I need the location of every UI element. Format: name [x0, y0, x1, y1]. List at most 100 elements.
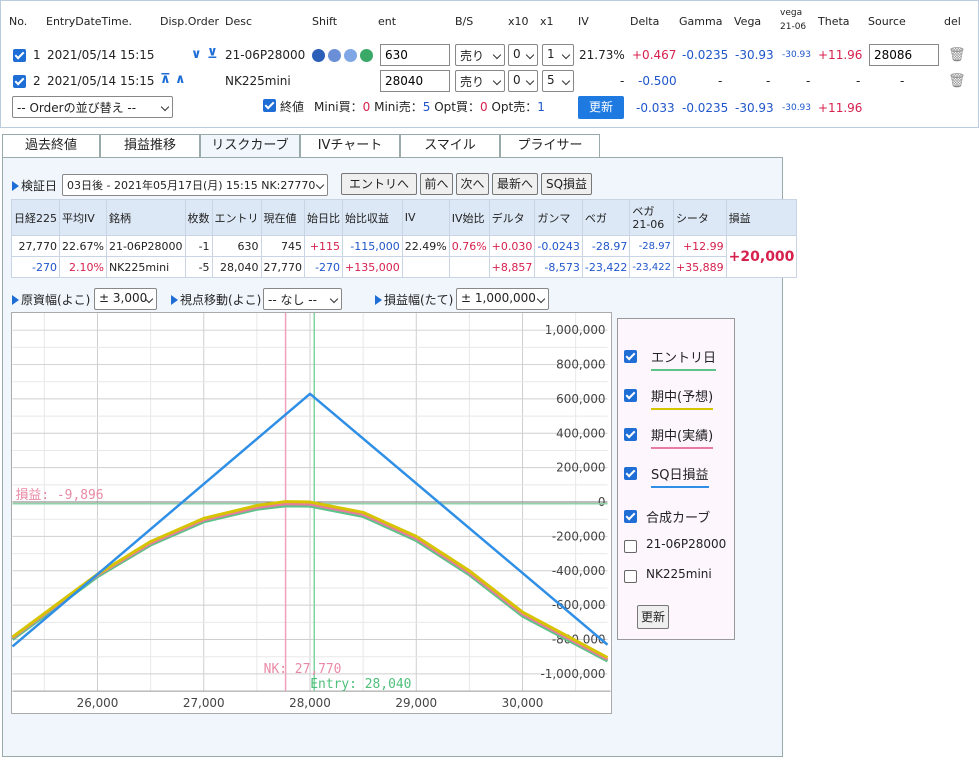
- pos1-theta: +12.99: [672, 235, 727, 257]
- col-desc: Desc: [225, 15, 253, 28]
- th-nk225: 日経225: [11, 199, 60, 236]
- move-down-icon[interactable]: ∨: [191, 47, 202, 62]
- risk-curve-chart[interactable]: 1,000,000 800,000 600,000 400,000 200,000 0 -2…: [11, 312, 612, 714]
- next-button[interactable]: 次へ: [456, 173, 489, 195]
- pos2-delta: +8,857: [488, 256, 536, 278]
- legend-midterm-forecast-checkbox[interactable]: [624, 389, 637, 402]
- latest-button[interactable]: 最新へ: [492, 173, 538, 195]
- legend-midterm-forecast-label: 期中(予想): [651, 386, 714, 410]
- tab-iv-chart[interactable]: IVチャート: [300, 134, 400, 158]
- row2-x1-select[interactable]: 5: [542, 70, 574, 92]
- tab-pl-trend[interactable]: 損益推移: [100, 134, 200, 158]
- col-vega2106-top: vega: [780, 8, 803, 18]
- total-theta: +11.96: [818, 101, 863, 115]
- underlying-range-select[interactable]: ± 3,000: [94, 288, 157, 310]
- row1-ent-input[interactable]: [380, 44, 450, 66]
- legend-midterm-actual-label: 期中(実績): [651, 425, 714, 449]
- tab-past-close[interactable]: 過去終値: [2, 134, 100, 158]
- pos2-vega2106: -23,422: [629, 256, 674, 278]
- total-vega: -30.93: [735, 101, 774, 115]
- trash-icon[interactable]: 🗑: [948, 47, 966, 63]
- pos2-pl: +135,000: [342, 256, 403, 278]
- row1-theta: +11.96: [818, 48, 863, 62]
- col-bs: B/S: [455, 15, 474, 28]
- col-disp-order: Disp.Order: [160, 15, 219, 28]
- current-pl-label: 損益: -9,896: [15, 488, 103, 503]
- position-counts: Mini買：0 Mini売：5 Opt買：0 Opt売：1: [314, 98, 545, 115]
- order-sort-select[interactable]: -- Orderの並び替え --: [12, 96, 173, 118]
- shift-up-small-icon[interactable]: [344, 49, 357, 62]
- view-shift-label: 視点移動(よこ): [171, 291, 261, 308]
- legend-sq-pl-checkbox[interactable]: [624, 467, 637, 480]
- row1-vega: -30.93: [735, 48, 774, 62]
- verify-date-select[interactable]: 03日後 - 2021年05月17日(月) 15:15 NK:27770: [62, 174, 328, 196]
- opt-sell-label: Opt売：: [491, 100, 538, 114]
- row1-bs-select[interactable]: 売り: [455, 44, 505, 66]
- shift-down-icon[interactable]: [312, 49, 325, 62]
- tab-pricer[interactable]: プライサー: [500, 134, 600, 158]
- opt-buy-count: 0: [480, 100, 488, 114]
- th-qty: 枚数: [184, 199, 213, 236]
- legend-midterm-actual-checkbox[interactable]: [624, 428, 637, 441]
- x-tick-label: 30,000: [502, 696, 544, 710]
- th-delta: デルタ: [488, 199, 536, 236]
- row1-x10-select[interactable]: 0: [508, 44, 538, 66]
- row1-x1-select[interactable]: 1: [542, 44, 574, 66]
- th-change: 始日比: [304, 199, 344, 236]
- legend-update-button[interactable]: 更新: [637, 605, 669, 629]
- y-tick-label: 1,000,000: [545, 323, 606, 337]
- row2-checkbox[interactable]: [13, 75, 26, 88]
- shift-down-small-icon[interactable]: [328, 49, 341, 62]
- to-entry-button[interactable]: エントリへ: [341, 173, 417, 195]
- row2-bs-select[interactable]: 売り: [455, 70, 505, 92]
- row2-ent-input[interactable]: [380, 70, 450, 92]
- move-top-icon[interactable]: ⊼: [160, 72, 171, 87]
- move-bottom-icon[interactable]: ⊻: [207, 47, 218, 62]
- y-tick-label: 200,000: [556, 461, 605, 475]
- shift-reset-icon[interactable]: [360, 49, 373, 62]
- row1-source-input[interactable]: [869, 44, 939, 66]
- row1-date: 2021/05/14 15:15: [47, 48, 155, 62]
- close-price-checkbox[interactable]: [263, 99, 276, 112]
- row2-delta: -0.500: [638, 74, 677, 88]
- pos1-vega2106: -28.97: [629, 235, 674, 257]
- legend-sq-pl-label: SQ日損益: [651, 464, 709, 488]
- pos1-pl: -115,000: [342, 235, 403, 257]
- nk-price: 27,770: [11, 235, 60, 257]
- legend-entry-day-checkbox[interactable]: [624, 350, 637, 363]
- verify-date-label: 検証日: [12, 177, 57, 194]
- th-theta: シータ: [672, 199, 727, 236]
- pos2-price: 27,770: [260, 256, 306, 278]
- th-iv: IV: [401, 199, 450, 236]
- tab-risk-curve[interactable]: リスクカーブ: [200, 134, 300, 158]
- legend-option1-label: 21-06P28000: [646, 537, 727, 551]
- th-avg-iv: 平均IV: [59, 199, 107, 236]
- col-x10: x10: [508, 15, 529, 28]
- row2-vega: -: [766, 74, 771, 88]
- update-button[interactable]: 更新: [578, 96, 624, 119]
- legend-option1-checkbox[interactable]: [624, 540, 637, 553]
- th-price: 現在値: [260, 199, 306, 236]
- mini-sell-count: 5: [422, 100, 431, 114]
- row1-delta: +0.467: [632, 48, 677, 62]
- row2-no: 2: [33, 74, 41, 88]
- prev-button[interactable]: 前へ: [420, 173, 453, 195]
- col-ent: ent: [378, 15, 397, 28]
- tab-smile[interactable]: スマイル: [400, 134, 500, 158]
- pos1-gamma: -0.0243: [534, 235, 583, 257]
- th-iv-change: IV始比: [448, 199, 490, 236]
- pl-range-select[interactable]: ± 1,000,000: [456, 288, 549, 310]
- pos1-change: +115: [304, 235, 344, 257]
- legend-option2-checkbox[interactable]: [624, 570, 637, 583]
- pos2-change: -270: [304, 256, 344, 278]
- col-del: del: [944, 15, 961, 28]
- row1-checkbox[interactable]: [13, 49, 26, 62]
- th-vega2106: ベガ 21-06: [629, 199, 674, 236]
- view-shift-select[interactable]: -- なし --: [263, 288, 342, 310]
- legend-composite-checkbox[interactable]: [624, 510, 637, 523]
- trash-icon[interactable]: 🗑: [948, 73, 966, 89]
- move-up-icon[interactable]: ∧: [175, 72, 186, 87]
- mini-buy-count: 0: [362, 100, 371, 114]
- sq-pl-button[interactable]: SQ損益: [541, 173, 592, 195]
- row2-x10-select[interactable]: 0: [508, 70, 538, 92]
